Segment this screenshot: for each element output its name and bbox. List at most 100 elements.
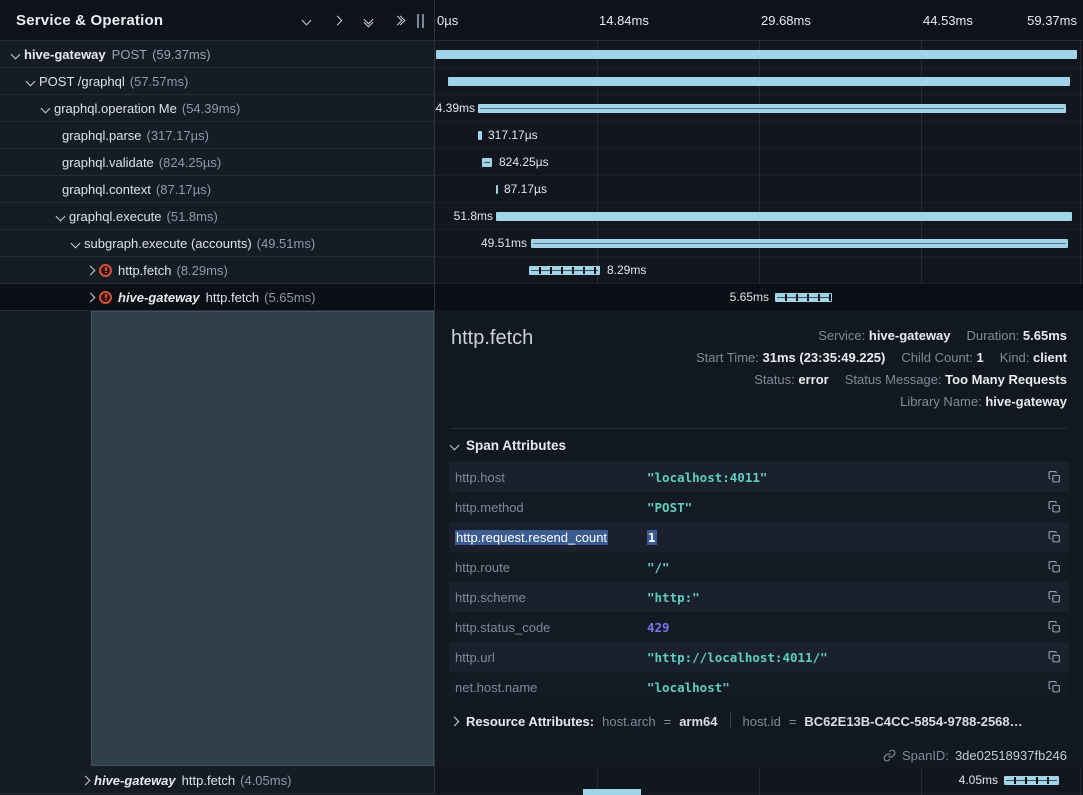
duration-label: Duration: <box>967 328 1020 343</box>
span-bar[interactable] <box>482 158 492 167</box>
collapse-all-double-chevron-down-icon[interactable] <box>360 13 376 29</box>
attribute-row: http.route "/" <box>449 552 1069 582</box>
copy-icon[interactable] <box>1048 650 1061 664</box>
chevron-down-icon[interactable] <box>38 105 52 112</box>
attribute-row: http.url "http://localhost:4011/" <box>449 642 1069 672</box>
attribute-row: net.host.name "localhost" <box>449 672 1069 702</box>
timeline-tick: 14.84ms <box>599 0 649 41</box>
span-attributes-title: Span Attributes <box>466 438 566 453</box>
library-name-value: hive-gateway <box>985 394 1067 409</box>
span-bar[interactable] <box>436 50 1077 59</box>
copy-icon[interactable] <box>1048 530 1061 544</box>
copy-icon[interactable] <box>1048 620 1061 634</box>
span-row-http-fetch-8ms[interactable]: http.fetch (8.29ms) 8.29ms <box>0 257 1083 284</box>
copy-icon[interactable] <box>1048 680 1061 694</box>
span-bar-label: 5.65ms <box>705 284 769 311</box>
library-name-label: Library Name: <box>900 394 982 409</box>
attribute-row: http.scheme "http:" <box>449 582 1069 612</box>
link-icon[interactable] <box>883 749 896 762</box>
status-message-label: Status Message: <box>845 372 942 387</box>
span-row-subgraph-execute[interactable]: subgraph.execute (accounts) (49.51ms) 49… <box>0 230 1083 257</box>
duration-value: 5.65ms <box>1023 328 1067 343</box>
chevron-down-icon[interactable] <box>8 51 22 58</box>
span-duration: (54.39ms) <box>182 101 241 116</box>
divider <box>451 428 1067 429</box>
span-name: graphql.validate <box>62 155 154 170</box>
span-duration: (51.8ms) <box>167 209 218 224</box>
error-icon <box>99 264 112 277</box>
span-bar[interactable] <box>1004 776 1059 785</box>
span-name: http.fetch <box>118 263 171 278</box>
copy-icon[interactable] <box>1048 470 1061 484</box>
span-row-hive-gateway-post[interactable]: hive-gateway POST (59.37ms) <box>0 41 1083 68</box>
service-label: Service: <box>818 328 865 343</box>
span-timeline-cell <box>435 41 1083 68</box>
span-attributes-header[interactable]: Span Attributes <box>451 438 566 453</box>
span-tree-cell[interactable]: graphql.context (87.17µs) <box>0 176 435 203</box>
trace-viewer: Service & Operation 0µs 14.84ms 29.68ms … <box>0 0 1083 795</box>
span-bar[interactable] <box>478 104 1066 113</box>
chevron-right-icon[interactable] <box>83 267 97 274</box>
span-bar[interactable] <box>529 266 600 275</box>
span-duration: (317.17µs) <box>147 128 209 143</box>
span-tree-cell[interactable]: POST /graphql (57.57ms) <box>0 68 435 95</box>
span-tree-cell[interactable]: graphql.parse (317.17µs) <box>0 122 435 149</box>
span-tree-cell[interactable]: graphql.execute (51.8ms) <box>0 203 435 230</box>
span-bar[interactable] <box>496 185 498 194</box>
span-row-graphql-parse[interactable]: graphql.parse (317.17µs) 317.17µs <box>0 122 1083 149</box>
meta-line-1: Service: hive-gatewayDuration: 5.65ms <box>696 325 1067 347</box>
span-tree-cell[interactable]: subgraph.execute (accounts) (49.51ms) <box>0 230 435 257</box>
attribute-value: "POST" <box>647 500 1040 515</box>
span-row-graphql-context[interactable]: graphql.context (87.17µs) 87.17µs <box>0 176 1083 203</box>
span-row-graphql-operation[interactable]: graphql.operation Me (54.39ms) 54.39ms <box>0 95 1083 122</box>
span-name: subgraph.execute (accounts) <box>84 236 252 251</box>
span-bar-partial[interactable] <box>583 789 641 795</box>
span-name: POST /graphql <box>39 74 125 89</box>
span-tree-cell[interactable]: graphql.validate (824.25µs) <box>0 149 435 176</box>
span-bar[interactable] <box>775 293 832 302</box>
equals-sign: = <box>664 714 672 729</box>
copy-icon[interactable] <box>1048 500 1061 514</box>
panel-resize-handle[interactable] <box>417 14 424 28</box>
span-attributes-table: http.host "localhost:4011" http.method "… <box>449 462 1069 702</box>
span-rows: hive-gateway POST (59.37ms) POST /graphq… <box>0 41 1083 311</box>
chevron-right-icon[interactable] <box>83 294 97 301</box>
resource-attr-value: BC62E13B-C4CC-5854-9788-2568… <box>804 714 1022 729</box>
timeline-tick: 59.37ms <box>1027 0 1077 41</box>
span-row-graphql-execute[interactable]: graphql.execute (51.8ms) 51.8ms <box>0 203 1083 230</box>
span-tree-cell[interactable]: hive-gateway POST (59.37ms) <box>0 41 435 68</box>
copy-icon[interactable] <box>1048 560 1061 574</box>
span-service: hive-gateway <box>94 773 176 788</box>
span-bar[interactable] <box>496 212 1072 221</box>
span-row-http-fetch-4ms[interactable]: hive-gateway http.fetch (4.05ms) 4.05ms <box>0 767 1083 794</box>
copy-icon[interactable] <box>1048 590 1061 604</box>
span-bar[interactable] <box>448 77 1070 86</box>
timeline-tick: 0µs <box>437 0 458 41</box>
chevron-down-icon[interactable] <box>68 240 82 247</box>
chevron-down-icon[interactable] <box>53 213 67 220</box>
resource-attributes-row[interactable]: Resource Attributes: host.arch = arm64 h… <box>451 713 1067 729</box>
span-duration: (5.65ms) <box>264 290 315 305</box>
attribute-row: http.host "localhost:4011" <box>449 462 1069 492</box>
chevron-down-icon[interactable] <box>23 78 37 85</box>
span-tree-cell[interactable]: hive-gateway http.fetch (4.05ms) <box>0 767 435 794</box>
collapse-one-chevron-down-icon[interactable] <box>298 13 314 29</box>
span-bar[interactable] <box>531 239 1068 248</box>
span-tree-cell[interactable]: graphql.operation Me (54.39ms) <box>0 95 435 122</box>
chevron-right-icon[interactable] <box>78 777 92 784</box>
span-bar[interactable] <box>478 131 482 140</box>
attribute-key: http.method <box>455 500 647 515</box>
span-row-post-graphql[interactable]: POST /graphql (57.57ms) <box>0 68 1083 95</box>
status-value: error <box>798 372 828 387</box>
span-detail-title: http.fetch <box>451 327 533 350</box>
span-row-graphql-validate[interactable]: graphql.validate (824.25µs) 824.25µs <box>0 149 1083 176</box>
start-time-label: Start Time: <box>696 350 759 365</box>
span-tree-cell[interactable]: hive-gateway http.fetch (5.65ms) <box>0 284 435 311</box>
expand-all-double-chevron-right-icon[interactable] <box>391 13 407 29</box>
span-row-http-fetch-5ms-selected[interactable]: hive-gateway http.fetch (5.65ms) 5.65ms <box>0 284 1083 311</box>
expand-one-chevron-right-icon[interactable] <box>329 13 345 29</box>
span-tree-cell[interactable]: http.fetch (8.29ms) <box>0 257 435 284</box>
span-timeline-cell: 5.65ms <box>435 284 1083 311</box>
meta-line-3: Status: errorStatus Message: Too Many Re… <box>696 369 1067 391</box>
span-name: graphql.execute <box>69 209 162 224</box>
